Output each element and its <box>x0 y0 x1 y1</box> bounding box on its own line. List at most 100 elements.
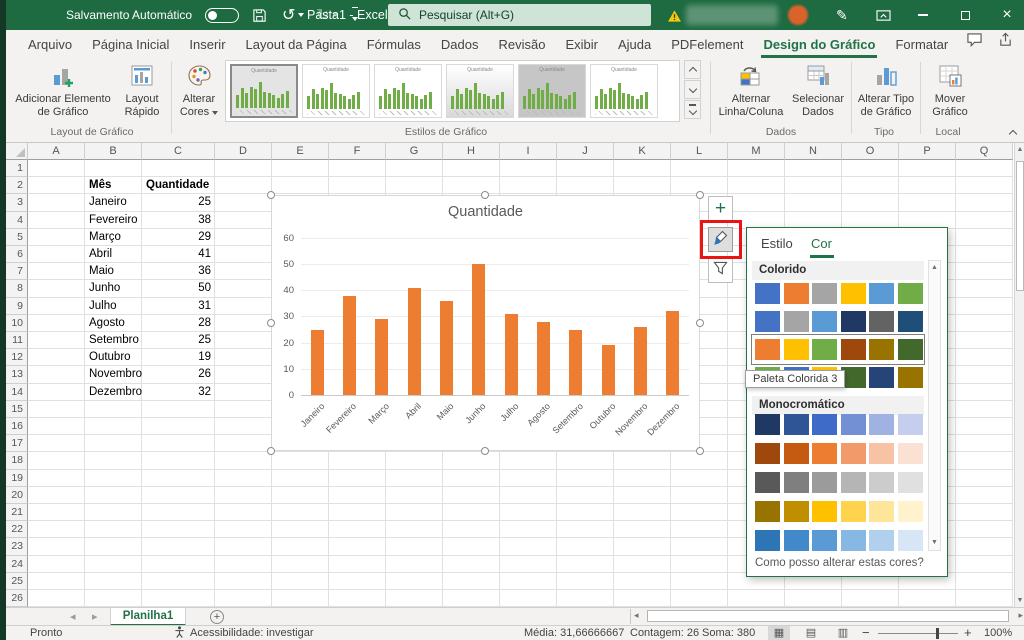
selection-handle[interactable] <box>696 319 704 327</box>
cell-header-quantidade[interactable]: Quantidade <box>142 177 215 194</box>
cell-quantity[interactable]: 31 <box>142 298 215 315</box>
cell-month[interactable]: Outubro <box>85 349 142 366</box>
gallery-scroll-down[interactable] <box>684 80 701 99</box>
pen-icon[interactable]: ✎ <box>836 0 848 30</box>
sheet-nav-left-arrow[interactable]: ◂ <box>70 610 76 623</box>
mono-palette-3[interactable] <box>755 472 923 493</box>
mono-palette-5[interactable] <box>755 530 923 551</box>
row-header-5[interactable]: 5 <box>6 229 28 246</box>
column-header-M[interactable]: M <box>728 143 785 160</box>
row-header-19[interactable]: 19 <box>6 470 28 487</box>
row-header-17[interactable]: 17 <box>6 435 28 452</box>
selection-handle[interactable] <box>696 447 704 455</box>
cell-quantity[interactable]: 19 <box>142 349 215 366</box>
column-header-O[interactable]: O <box>842 143 899 160</box>
zoom-out-button[interactable]: − <box>862 625 870 640</box>
row-header-23[interactable]: 23 <box>6 538 28 555</box>
row-header-7[interactable]: 7 <box>6 263 28 280</box>
tab-f-rmulas[interactable]: Fórmulas <box>357 30 431 58</box>
page-layout-view-icon[interactable]: ▤ <box>800 626 822 640</box>
row-header-24[interactable]: 24 <box>6 556 28 573</box>
tab-pdfelement[interactable]: PDFelement <box>661 30 753 58</box>
hscroll-right-arrow[interactable]: ▸ <box>1018 610 1023 621</box>
row-header-4[interactable]: 4 <box>6 212 28 229</box>
page-break-view-icon[interactable]: ▥ <box>832 626 854 640</box>
cell-quantity[interactable]: 25 <box>142 194 215 211</box>
selection-handle[interactable] <box>267 319 275 327</box>
selection-handle[interactable] <box>696 191 704 199</box>
minimize-button[interactable] <box>906 0 940 30</box>
column-header-K[interactable]: K <box>614 143 671 160</box>
search-input[interactable]: Pesquisar (Alt+G) <box>388 4 651 26</box>
column-header-H[interactable]: H <box>443 143 500 160</box>
row-header-15[interactable]: 15 <box>6 401 28 418</box>
row-header-2[interactable]: 2 <box>6 177 28 194</box>
row-header-25[interactable]: 25 <box>6 573 28 590</box>
change-colors-help-link[interactable]: Como posso alterar estas cores? <box>755 557 924 569</box>
mono-palette-4[interactable] <box>755 501 923 522</box>
column-header-B[interactable]: B <box>85 143 142 160</box>
change-colors-button[interactable]: Alterar Cores <box>174 61 224 123</box>
cell-month[interactable]: Julho <box>85 298 142 315</box>
tab-layout-da-p-gina[interactable]: Layout da Página <box>236 30 357 58</box>
tab-arquivo[interactable]: Arquivo <box>18 30 82 58</box>
chart-elements-button[interactable]: + <box>708 196 733 221</box>
colorful-palette-1[interactable] <box>755 283 923 304</box>
panel-tab-color[interactable]: Cor <box>811 236 832 251</box>
quick-layout-button[interactable]: Layout Rápido <box>116 61 168 123</box>
row-header-9[interactable]: 9 <box>6 298 28 315</box>
cell-quantity[interactable]: 29 <box>142 229 215 246</box>
scroll-up-arrow[interactable]: ▲ <box>1015 143 1024 157</box>
undo-button[interactable]: ↺ <box>282 0 304 30</box>
selection-handle[interactable] <box>267 447 275 455</box>
sheet-nav-right-arrow[interactable]: ▸ <box>92 610 98 623</box>
chart-style-thumbnail-4[interactable]: Quantidade <box>446 64 514 118</box>
select-data-button[interactable]: Selecionar Dados <box>788 61 848 123</box>
row-header-10[interactable]: 10 <box>6 315 28 332</box>
chart-style-thumbnail-2[interactable]: Quantidade <box>302 64 370 118</box>
row-header-20[interactable]: 20 <box>6 487 28 504</box>
zoom-in-button[interactable]: + <box>964 625 972 640</box>
zoom-slider[interactable] <box>878 633 958 634</box>
row-header-1[interactable]: 1 <box>6 160 28 177</box>
row-header-8[interactable]: 8 <box>6 280 28 297</box>
cell-quantity[interactable]: 32 <box>142 384 215 401</box>
add-chart-element-button[interactable]: Adicionar Elemento de Gráfico <box>12 61 114 123</box>
chart-style-thumbnail-5[interactable]: Quantidade <box>518 64 586 118</box>
ribbon-display-options-icon[interactable] <box>876 0 891 30</box>
panel-scroll-down[interactable]: ▼ <box>929 536 940 550</box>
cell-month[interactable]: Janeiro <box>85 194 142 211</box>
tab-design-do-gr-fico[interactable]: Design do Gráfico <box>753 30 885 58</box>
save-icon[interactable] <box>252 0 267 30</box>
tab-dados[interactable]: Dados <box>431 30 489 58</box>
cell-quantity[interactable]: 36 <box>142 263 215 280</box>
user-name-blurred[interactable] <box>686 5 778 25</box>
column-header-F[interactable]: F <box>329 143 386 160</box>
row-header-6[interactable]: 6 <box>6 246 28 263</box>
column-header-E[interactable]: E <box>272 143 329 160</box>
selection-handle[interactable] <box>267 191 275 199</box>
avatar[interactable] <box>788 5 808 25</box>
autosave-toggle[interactable] <box>205 0 239 30</box>
sheet-tab-planilha1[interactable]: Planilha1 <box>110 608 186 626</box>
close-button[interactable]: × <box>990 0 1024 30</box>
cell-month[interactable]: Agosto <box>85 315 142 332</box>
vertical-scrollbar[interactable]: ▲ ▼ <box>1014 143 1024 608</box>
row-header-16[interactable]: 16 <box>6 418 28 435</box>
cell-quantity[interactable]: 38 <box>142 212 215 229</box>
cell-month[interactable]: Junho <box>85 280 142 297</box>
gallery-more-button[interactable] <box>684 100 701 119</box>
bar-chart[interactable]: Quantidade 0102030405060JaneiroFevereiro… <box>271 195 700 451</box>
tab-formatar[interactable]: Formatar <box>885 30 958 58</box>
mono-palette-1[interactable] <box>755 414 923 435</box>
row-header-18[interactable]: 18 <box>6 452 28 469</box>
switch-row-column-button[interactable]: Alternar Linha/Coluna <box>714 61 788 123</box>
cell-month[interactable]: Abril <box>85 246 142 263</box>
colorful-palette-3[interactable] <box>755 339 923 360</box>
comments-icon[interactable] <box>966 32 983 52</box>
column-header-N[interactable]: N <box>785 143 842 160</box>
column-header-A[interactable]: A <box>28 143 85 160</box>
column-header-G[interactable]: G <box>386 143 443 160</box>
row-header-11[interactable]: 11 <box>6 332 28 349</box>
column-header-I[interactable]: I <box>500 143 557 160</box>
